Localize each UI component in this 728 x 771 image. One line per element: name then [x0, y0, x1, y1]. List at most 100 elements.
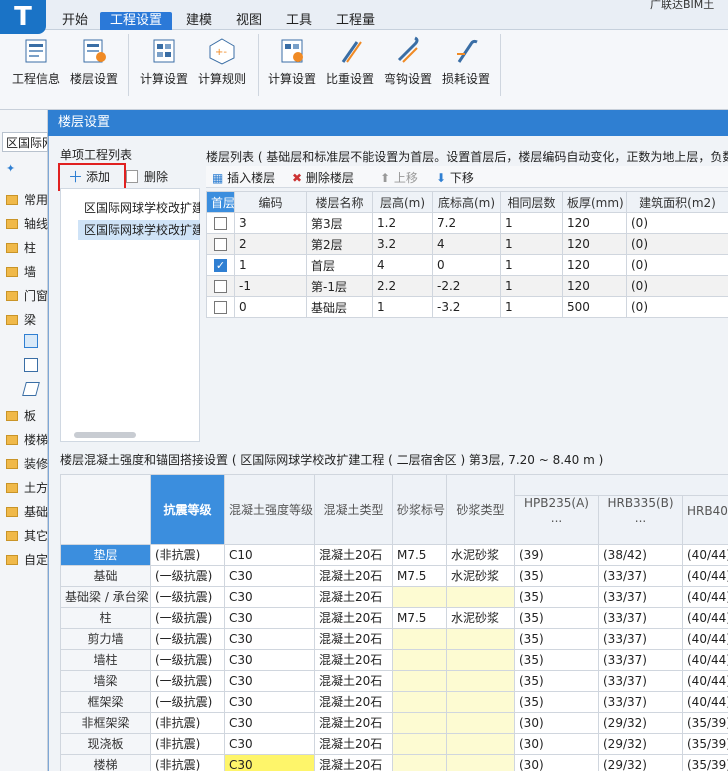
concrete-cell-a[interactable]: (30)	[514, 711, 599, 734]
concrete-cell-ctype[interactable]: 混凝土20石	[314, 732, 393, 755]
concrete-cell-grade[interactable]: C30	[224, 585, 315, 608]
floor-cell-area[interactable]: (0)	[626, 212, 728, 234]
floor-cell-same[interactable]: 1	[500, 233, 563, 255]
floor-cell-bottom[interactable]: 4	[432, 233, 501, 255]
concrete-cell-mortar[interactable]	[392, 669, 447, 692]
concrete-row[interactable]: 非框架梁 (非抗震) C30 混凝土20石 (30) (29/32) (35/39)	[60, 711, 728, 734]
floor-row[interactable]: ✓ 1 首层 4 0 1 120 (0)	[206, 254, 728, 276]
nav-item-wall[interactable]: 墙	[0, 261, 48, 283]
floor-settings-button[interactable]: 楼层设置	[64, 36, 124, 92]
concrete-cell-ctype[interactable]: 混凝土20石	[314, 753, 393, 771]
concrete-cell-ctype[interactable]: 混凝土20石	[314, 606, 393, 629]
concrete-cell-grade[interactable]: C30	[224, 564, 315, 587]
floor-cell-name[interactable]: 基础层	[306, 296, 373, 318]
concrete-row[interactable]: 墙柱 (一级抗震) C30 混凝土20石 (35) (33/37) (40/44)	[60, 648, 728, 671]
concrete-cell-c[interactable]: (35/39)	[681, 711, 728, 734]
floor-row[interactable]: 3 第3层 1.2 7.2 1 120 (0)	[206, 212, 728, 234]
concrete-cell-a[interactable]: (35)	[514, 564, 599, 587]
floor-row[interactable]: -1 第-1层 2.2 -2.2 1 120 (0)	[206, 275, 728, 297]
concrete-cell-mortar[interactable]	[392, 753, 447, 771]
concrete-row[interactable]: 垫层 (非抗震) C10 混凝土20石 M7.5 水泥砂浆 (39) (38/42) (40/4…	[60, 543, 728, 566]
weight-settings-button[interactable]: 比重设置	[320, 36, 380, 92]
insert-floor-button[interactable]: ▦ 插入楼层	[212, 169, 282, 187]
concrete-cell-ctype[interactable]: 混凝土20石	[314, 669, 393, 692]
concrete-cell-c[interactable]: (40/44)	[681, 669, 728, 692]
concrete-cell-seismic[interactable]: (一级抗震)	[150, 564, 225, 587]
concrete-row[interactable]: 柱 (一级抗震) C30 混凝土20石 M7.5 水泥砂浆 (35) (33/37) (40/4…	[60, 606, 728, 629]
concrete-cell-mtype[interactable]: 水泥砂浆	[446, 564, 515, 587]
concrete-cell-b[interactable]: (33/37)	[598, 648, 683, 671]
concrete-cell-mtype[interactable]	[446, 669, 515, 692]
concrete-cell-mtype[interactable]	[446, 585, 515, 608]
concrete-cell-a[interactable]: (35)	[514, 606, 599, 629]
nav-item-beam[interactable]: 梁	[0, 309, 48, 331]
concrete-cell-grade[interactable]: C10	[224, 543, 315, 566]
delete-button[interactable]: 删除	[124, 167, 184, 187]
nav-item-decoration[interactable]: 装修	[0, 453, 48, 475]
concrete-cell-seismic[interactable]: (非抗震)	[150, 732, 225, 755]
concrete-cell-mtype[interactable]	[446, 732, 515, 755]
floor-cell-height[interactable]: 3.2	[372, 233, 433, 255]
concrete-cell-mtype[interactable]	[446, 753, 515, 771]
add-button[interactable]: ＋ 添加	[66, 167, 126, 187]
concrete-cell-c[interactable]: (35/39)	[681, 753, 728, 771]
nav-item-other[interactable]: 其它	[0, 525, 48, 547]
concrete-cell-ctype[interactable]: 混凝土20石	[314, 711, 393, 734]
concrete-cell-mtype[interactable]	[446, 711, 515, 734]
concrete-cell-grade[interactable]: C30	[224, 690, 315, 713]
concrete-cell-b[interactable]: (33/37)	[598, 669, 683, 692]
floor-cell-bottom[interactable]: 0	[432, 254, 501, 276]
calc-rules-button[interactable]: +- 计算规则	[192, 36, 252, 92]
floor-cell-name[interactable]: 第2层	[306, 233, 373, 255]
first-floor-checkbox[interactable]	[214, 301, 227, 314]
concrete-row[interactable]: 楼梯 (非抗震) C30 混凝土20石 (30) (29/32) (35/39)	[60, 753, 728, 771]
nav-item-doors-windows[interactable]: 门窗	[0, 285, 48, 307]
tab-project-settings[interactable]: 工程设置	[100, 12, 173, 30]
project-list-item-selected[interactable]: 区国际网球学校改扩建	[78, 220, 200, 240]
concrete-cell-b[interactable]: (29/32)	[598, 711, 683, 734]
floor-cell-thick[interactable]: 120	[562, 212, 627, 234]
concrete-cell-seismic[interactable]: (一级抗震)	[150, 627, 225, 650]
floor-cell-height[interactable]: 2.2	[372, 275, 433, 297]
steel-calc-settings-button[interactable]: 计算设置	[262, 36, 322, 92]
concrete-cell-mortar[interactable]: M7.5	[392, 564, 447, 587]
concrete-row[interactable]: 框架梁 (一级抗震) C30 混凝土20石 (35) (33/37) (40/44)	[60, 690, 728, 713]
floor-cell-name[interactable]: 第3层	[306, 212, 373, 234]
first-floor-checkbox[interactable]: ✓	[214, 259, 227, 272]
concrete-cell-b[interactable]: (33/37)	[598, 564, 683, 587]
concrete-cell-seismic[interactable]: (一级抗震)	[150, 690, 225, 713]
horizontal-scrollbar[interactable]	[74, 432, 136, 438]
hook-settings-button[interactable]: 弯钩设置	[378, 36, 438, 92]
concrete-cell-seismic[interactable]: (一级抗震)	[150, 585, 225, 608]
tab-modeling[interactable]: 建模	[176, 12, 222, 30]
delete-floor-button[interactable]: ✖ 删除楼层	[292, 169, 366, 187]
concrete-cell-mortar[interactable]	[392, 732, 447, 755]
floor-cell-code[interactable]: 3	[234, 212, 307, 234]
floor-cell-code[interactable]: 2	[234, 233, 307, 255]
nav-item-earthwork[interactable]: 土方	[0, 477, 48, 499]
concrete-cell-ctype[interactable]: 混凝土20石	[314, 585, 393, 608]
project-list-item[interactable]: 区国际网球学校改扩建	[78, 198, 200, 218]
concrete-cell-mortar[interactable]	[392, 648, 447, 671]
concrete-cell-b[interactable]: (38/42)	[598, 543, 683, 566]
nav-item-column[interactable]: 柱	[0, 237, 48, 259]
floor-row[interactable]: 0 基础层 1 -3.2 1 500 (0)	[206, 296, 728, 318]
concrete-cell-mortar[interactable]: M7.5	[392, 543, 447, 566]
beam-sub-icon[interactable]	[24, 334, 38, 348]
first-floor-checkbox[interactable]	[214, 238, 227, 251]
concrete-cell-c[interactable]: (40/44)	[681, 543, 728, 566]
floor-cell-thick[interactable]: 120	[562, 254, 627, 276]
concrete-cell-seismic[interactable]: (一级抗震)	[150, 648, 225, 671]
floor-cell-bottom[interactable]: 7.2	[432, 212, 501, 234]
tab-view[interactable]: 视图	[226, 12, 272, 30]
concrete-cell-grade[interactable]: C30	[224, 711, 315, 734]
concrete-row[interactable]: 剪力墙 (一级抗震) C30 混凝土20石 (35) (33/37) (40/44)	[60, 627, 728, 650]
floor-cell-thick[interactable]: 120	[562, 275, 627, 297]
concrete-cell-b[interactable]: (29/32)	[598, 753, 683, 771]
concrete-cell-ctype[interactable]: 混凝土20石	[314, 690, 393, 713]
concrete-cell-a[interactable]: (30)	[514, 732, 599, 755]
first-floor-checkbox[interactable]	[214, 280, 227, 293]
floor-cell-height[interactable]: 1	[372, 296, 433, 318]
floor-cell-height[interactable]: 4	[372, 254, 433, 276]
floor-cell-name[interactable]: 第-1层	[306, 275, 373, 297]
